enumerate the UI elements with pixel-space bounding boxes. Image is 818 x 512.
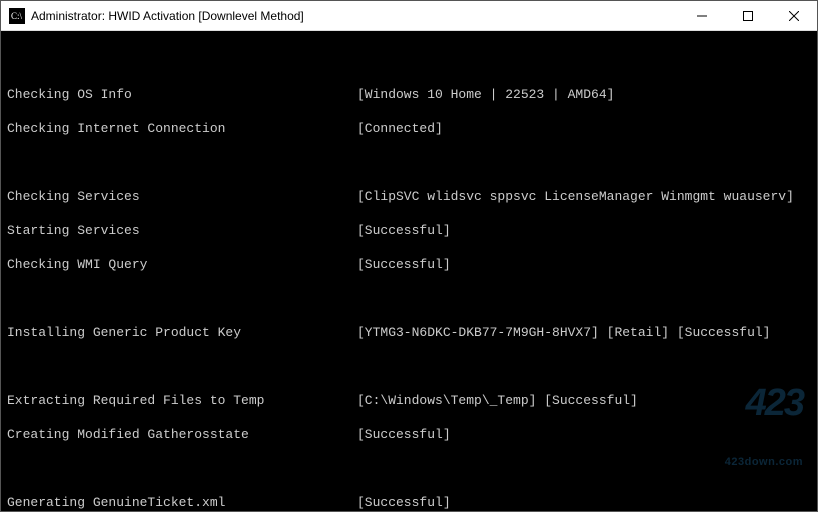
window-controls [679,1,817,30]
maximize-button[interactable] [725,1,771,30]
output-value: [Successful] [357,495,451,510]
output-label: Installing Generic Product Key [7,324,357,341]
output-label: Checking Services [7,188,357,205]
output-value: [Windows 10 Home | 22523 | AMD64] [357,87,614,102]
output-label: Checking WMI Query [7,256,357,273]
minimize-button[interactable] [679,1,725,30]
svg-text:C:\: C:\ [11,11,23,21]
output-label: Checking Internet Connection [7,120,357,137]
output-value: [Successful] [357,223,451,238]
output-label: Starting Services [7,222,357,239]
console-body[interactable]: Checking OS Info[Windows 10 Home | 22523… [1,31,817,511]
close-button[interactable] [771,1,817,30]
output-value: [C:\Windows\Temp\_Temp] [Successful] [357,393,638,408]
cmd-icon: C:\ [9,8,25,24]
console-window: C:\ Administrator: HWID Activation [Down… [0,0,818,512]
output-label: Generating GenuineTicket.xml [7,494,357,511]
titlebar[interactable]: C:\ Administrator: HWID Activation [Down… [1,1,817,31]
output-value: [Successful] [357,427,451,442]
output-value: [Successful] [357,257,451,272]
output-label: Creating Modified Gatherosstate [7,426,357,443]
output-label: Checking OS Info [7,86,357,103]
output-value: [Connected] [357,121,443,136]
output-value: [ClipSVC wlidsvc sppsvc LicenseManager W… [357,189,794,204]
window-title: Administrator: HWID Activation [Downleve… [31,9,679,23]
output-value: [YTMG3-N6DKC-DKB77-7M9GH-8HVX7] [Retail]… [357,325,770,340]
output-label: Extracting Required Files to Temp [7,392,357,409]
